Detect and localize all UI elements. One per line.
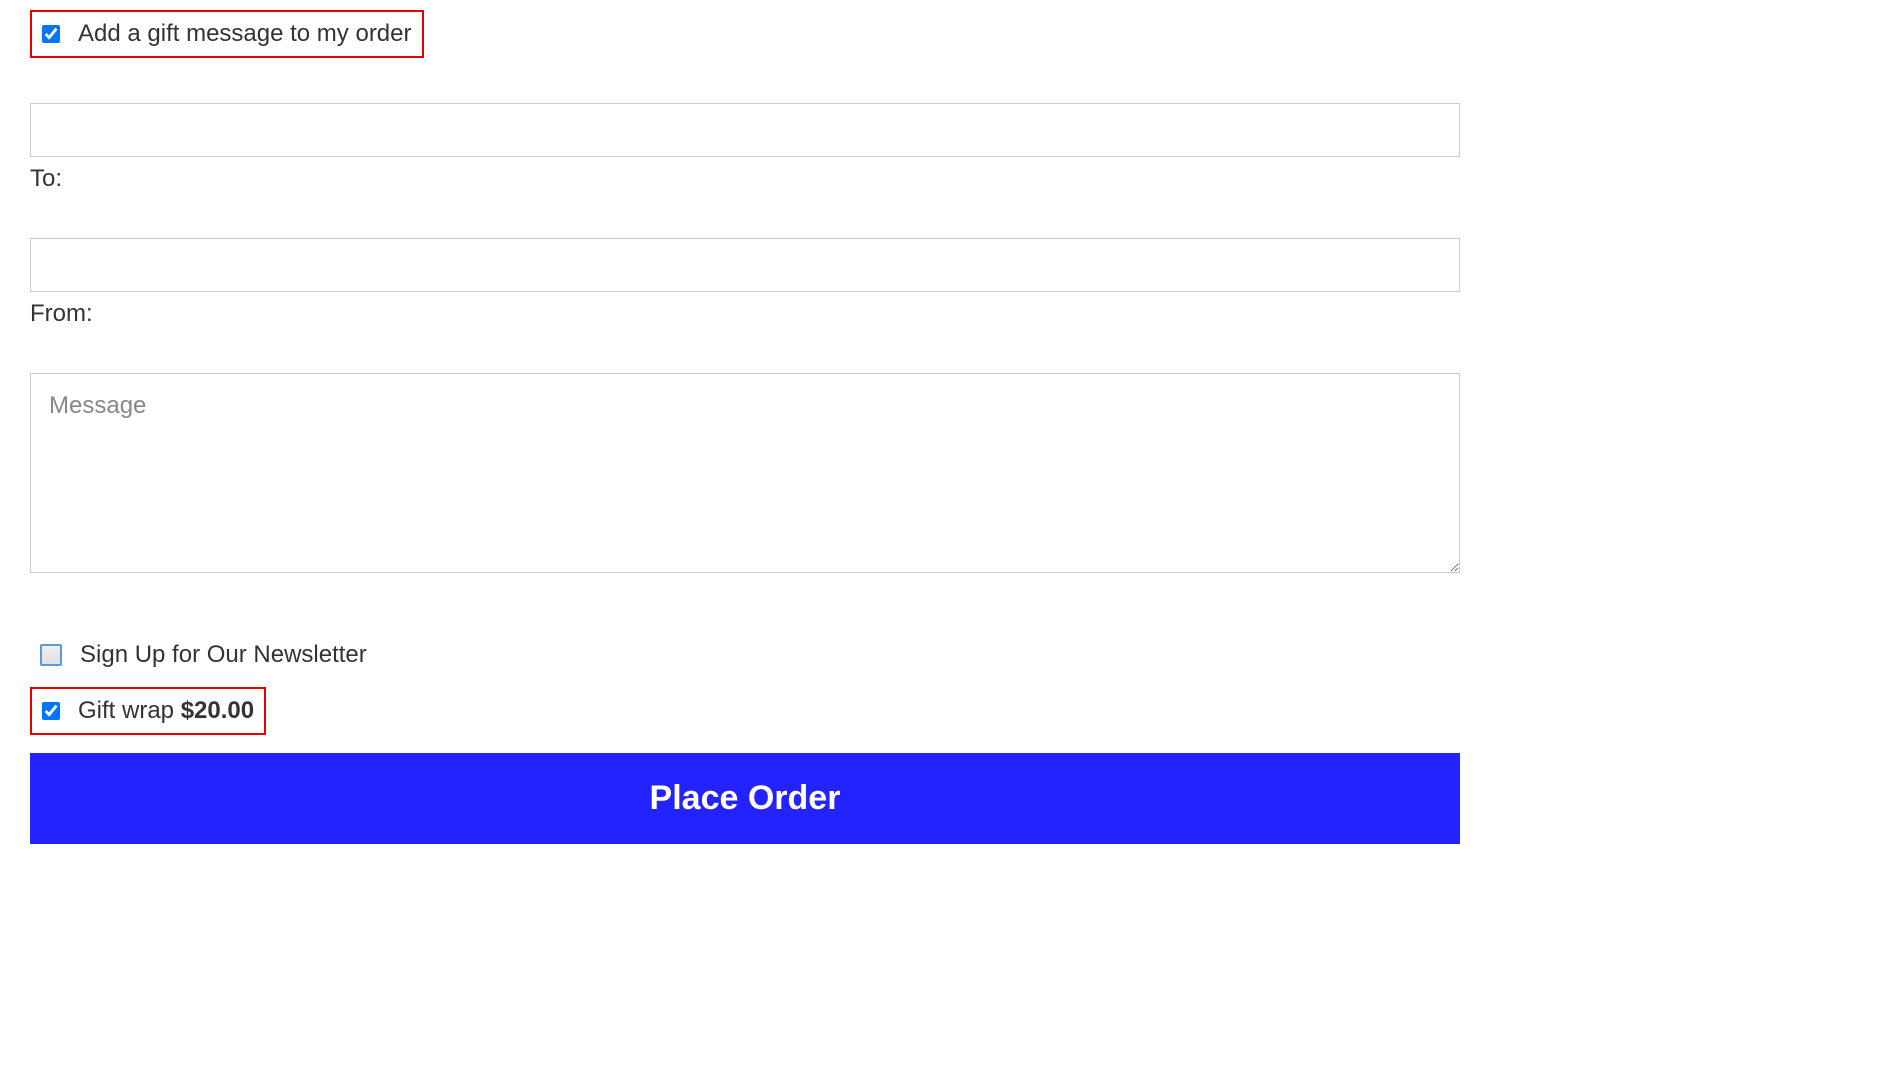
to-label: To: bbox=[30, 165, 1460, 193]
to-field-group: To: bbox=[30, 103, 1460, 193]
from-field-group: From: bbox=[30, 238, 1460, 328]
gift-wrap-row: Gift wrap $20.00 bbox=[30, 687, 266, 735]
message-field-group bbox=[30, 373, 1460, 578]
from-input[interactable] bbox=[30, 238, 1460, 292]
newsletter-row: Sign Up for Our Newsletter bbox=[30, 633, 1460, 677]
message-textarea[interactable] bbox=[30, 373, 1460, 573]
gift-message-label: Add a gift message to my order bbox=[78, 20, 412, 48]
to-input[interactable] bbox=[30, 103, 1460, 157]
place-order-button[interactable]: Place Order bbox=[30, 753, 1460, 844]
gift-wrap-label: Gift wrap $20.00 bbox=[78, 697, 254, 725]
gift-message-checkbox-row: Add a gift message to my order bbox=[30, 10, 424, 58]
checkout-form: Add a gift message to my order To: From:… bbox=[30, 10, 1460, 844]
gift-message-checkbox[interactable] bbox=[42, 25, 60, 43]
gift-wrap-checkbox[interactable] bbox=[42, 702, 60, 720]
gift-wrap-price: $20.00 bbox=[181, 697, 254, 724]
newsletter-label: Sign Up for Our Newsletter bbox=[80, 641, 367, 669]
newsletter-checkbox[interactable] bbox=[40, 644, 62, 666]
from-label: From: bbox=[30, 300, 1460, 328]
